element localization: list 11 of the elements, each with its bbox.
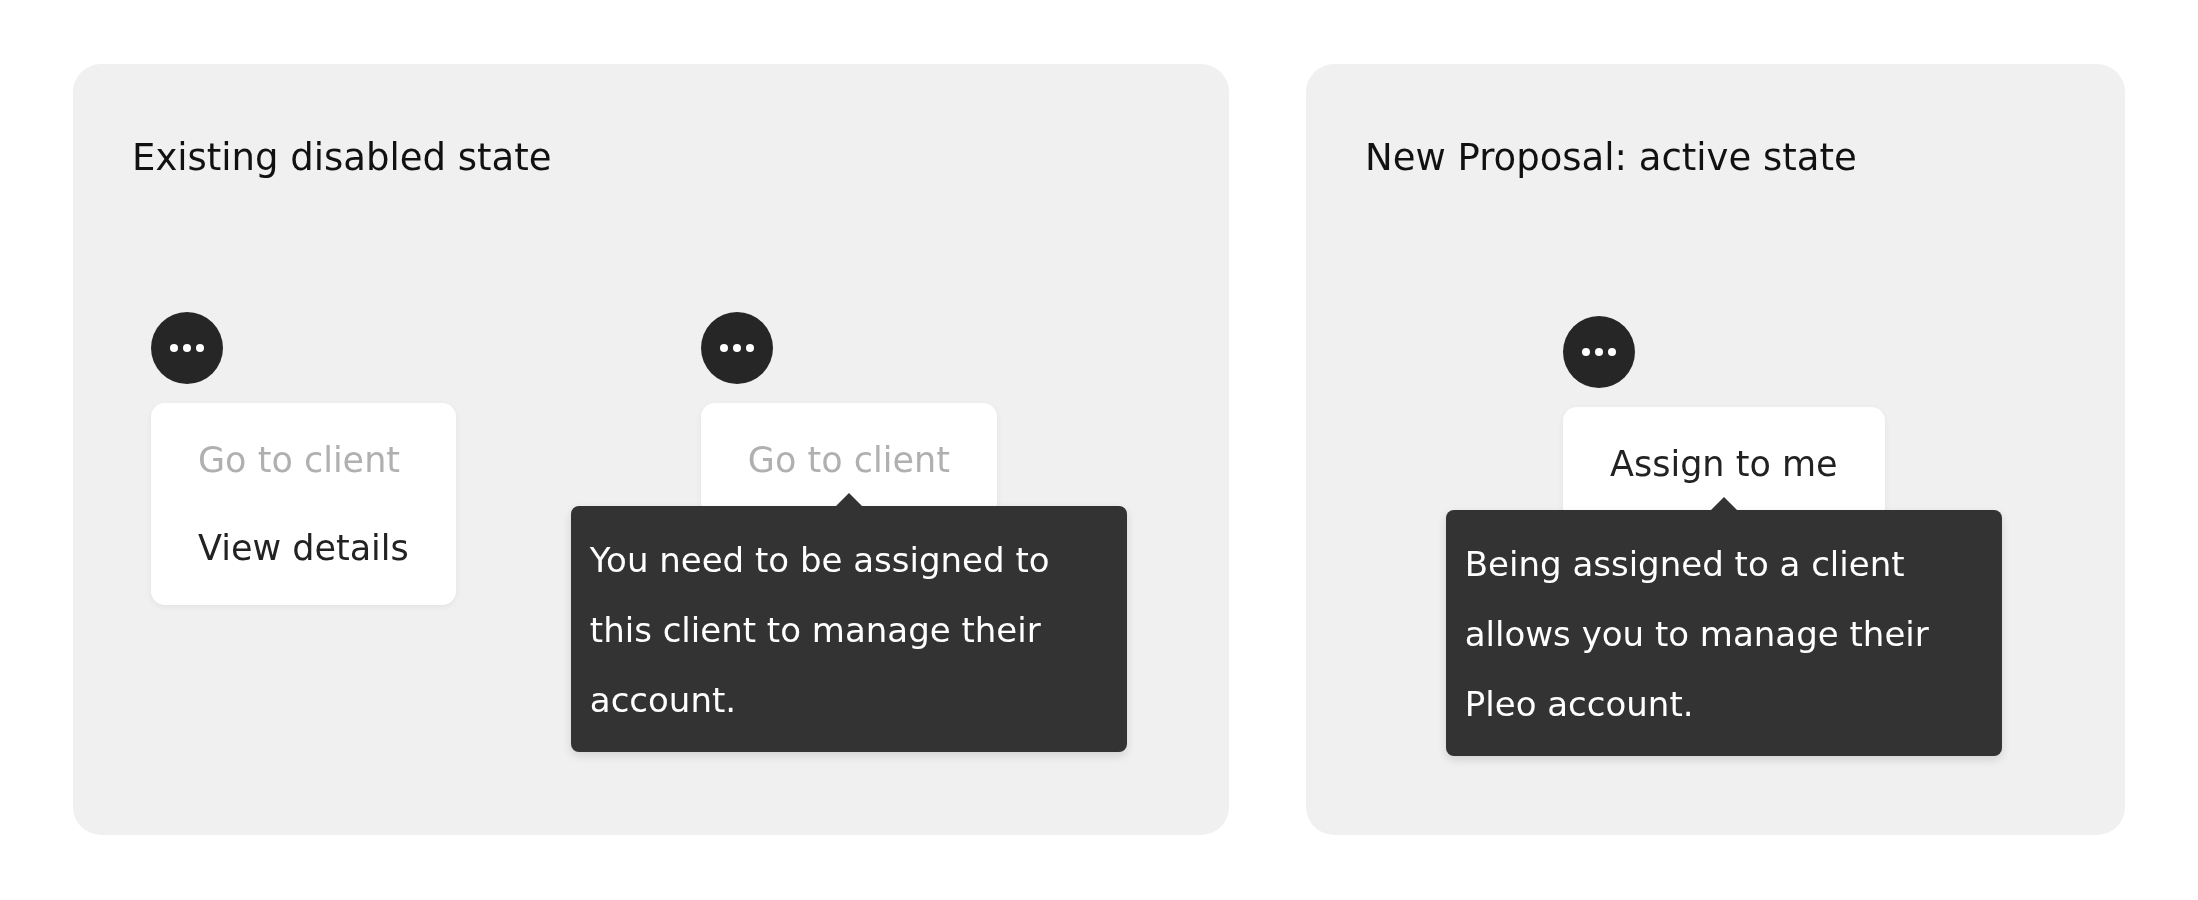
panel-title: New Proposal: active state [1365, 135, 1857, 181]
tooltip-pointer [1710, 497, 1737, 510]
more-icon [170, 344, 204, 352]
menu-item[interactable]: Assign to me [1563, 420, 1885, 508]
panel-title: Existing disabled state [132, 135, 552, 181]
menu-item[interactable]: View details [151, 504, 456, 592]
tooltip: You need to be assigned to this client to manage their account. [570, 506, 1127, 752]
more-icon [719, 344, 754, 352]
more-icon [1582, 348, 1616, 356]
tooltip-pointer [835, 493, 862, 506]
tooltip: Being assigned to a client allows you to manage their Pleo account. [1445, 510, 2002, 756]
